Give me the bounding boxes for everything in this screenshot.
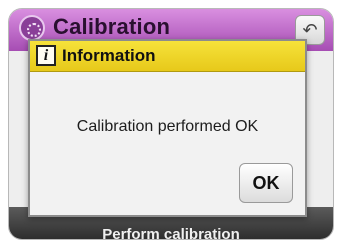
undo-arrow-icon: ↶ [302,19,318,40]
dialog-message: Calibration performed OK [76,118,259,135]
dialog-title: Information [62,46,156,65]
calibration-app-icon [19,15,45,41]
device-screen: Calibration ↶ Perform calibration i Info… [8,8,334,240]
information-dialog: i Information Calibration performed OK O… [28,39,307,217]
perform-calibration-label: Perform calibration [102,226,240,240]
ok-button[interactable]: OK [239,163,293,203]
info-icon: i [36,45,56,66]
app-title: Calibration [53,14,171,39]
dialog-titlebar: i Information [30,41,305,72]
